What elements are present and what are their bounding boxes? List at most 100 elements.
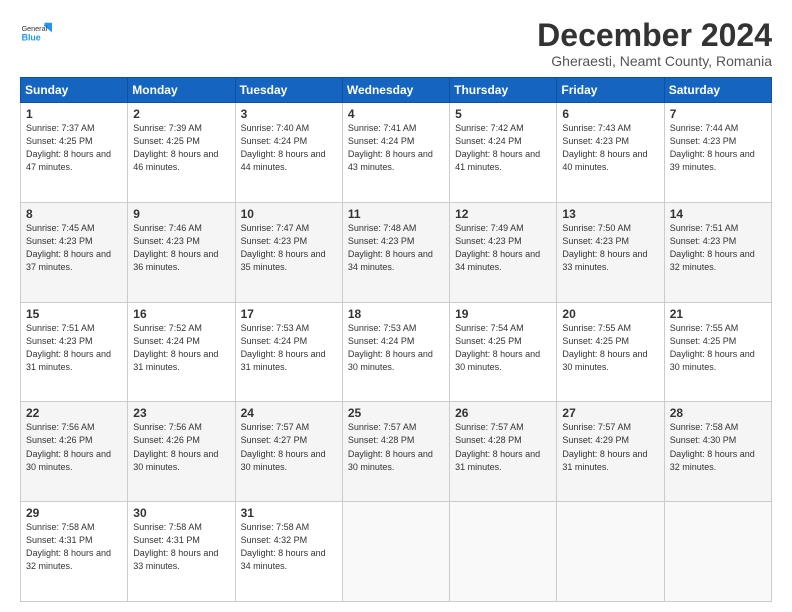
day-header-saturday: Saturday	[664, 78, 771, 103]
day-number: 15	[26, 307, 122, 321]
day-info: Sunrise: 7:49 AMSunset: 4:23 PMDaylight:…	[455, 222, 551, 274]
day-cell: 7Sunrise: 7:44 AMSunset: 4:23 PMDaylight…	[664, 103, 771, 203]
day-number: 10	[241, 207, 337, 221]
day-info: Sunrise: 7:45 AMSunset: 4:23 PMDaylight:…	[26, 222, 122, 274]
day-cell: 18Sunrise: 7:53 AMSunset: 4:24 PMDayligh…	[342, 302, 449, 402]
day-number: 25	[348, 406, 444, 420]
location: Gheraesti, Neamt County, Romania	[537, 53, 772, 69]
day-number: 21	[670, 307, 766, 321]
day-info: Sunrise: 7:53 AMSunset: 4:24 PMDaylight:…	[241, 322, 337, 374]
day-info: Sunrise: 7:43 AMSunset: 4:23 PMDaylight:…	[562, 122, 658, 174]
day-info: Sunrise: 7:51 AMSunset: 4:23 PMDaylight:…	[670, 222, 766, 274]
day-number: 3	[241, 107, 337, 121]
day-info: Sunrise: 7:52 AMSunset: 4:24 PMDaylight:…	[133, 322, 229, 374]
day-info: Sunrise: 7:55 AMSunset: 4:25 PMDaylight:…	[562, 322, 658, 374]
day-cell: 20Sunrise: 7:55 AMSunset: 4:25 PMDayligh…	[557, 302, 664, 402]
day-number: 30	[133, 506, 229, 520]
day-number: 14	[670, 207, 766, 221]
logo-icon: General Blue	[20, 18, 52, 50]
day-number: 16	[133, 307, 229, 321]
day-cell: 17Sunrise: 7:53 AMSunset: 4:24 PMDayligh…	[235, 302, 342, 402]
day-number: 1	[26, 107, 122, 121]
month-title: December 2024	[537, 18, 772, 53]
day-number: 12	[455, 207, 551, 221]
day-cell: 1Sunrise: 7:37 AMSunset: 4:25 PMDaylight…	[21, 103, 128, 203]
day-header-tuesday: Tuesday	[235, 78, 342, 103]
svg-text:Blue: Blue	[22, 32, 41, 42]
day-info: Sunrise: 7:57 AMSunset: 4:29 PMDaylight:…	[562, 421, 658, 473]
day-number: 26	[455, 406, 551, 420]
logo: General Blue	[20, 18, 52, 50]
day-cell: 5Sunrise: 7:42 AMSunset: 4:24 PMDaylight…	[450, 103, 557, 203]
day-info: Sunrise: 7:57 AMSunset: 4:28 PMDaylight:…	[455, 421, 551, 473]
day-cell: 16Sunrise: 7:52 AMSunset: 4:24 PMDayligh…	[128, 302, 235, 402]
day-cell: 24Sunrise: 7:57 AMSunset: 4:27 PMDayligh…	[235, 402, 342, 502]
day-info: Sunrise: 7:47 AMSunset: 4:23 PMDaylight:…	[241, 222, 337, 274]
day-number: 17	[241, 307, 337, 321]
day-cell: 27Sunrise: 7:57 AMSunset: 4:29 PMDayligh…	[557, 402, 664, 502]
day-info: Sunrise: 7:48 AMSunset: 4:23 PMDaylight:…	[348, 222, 444, 274]
day-header-monday: Monday	[128, 78, 235, 103]
day-cell: 14Sunrise: 7:51 AMSunset: 4:23 PMDayligh…	[664, 202, 771, 302]
day-cell: 19Sunrise: 7:54 AMSunset: 4:25 PMDayligh…	[450, 302, 557, 402]
day-number: 5	[455, 107, 551, 121]
day-info: Sunrise: 7:56 AMSunset: 4:26 PMDaylight:…	[133, 421, 229, 473]
day-info: Sunrise: 7:40 AMSunset: 4:24 PMDaylight:…	[241, 122, 337, 174]
day-info: Sunrise: 7:50 AMSunset: 4:23 PMDaylight:…	[562, 222, 658, 274]
day-info: Sunrise: 7:37 AMSunset: 4:25 PMDaylight:…	[26, 122, 122, 174]
day-cell: 23Sunrise: 7:56 AMSunset: 4:26 PMDayligh…	[128, 402, 235, 502]
day-info: Sunrise: 7:58 AMSunset: 4:30 PMDaylight:…	[670, 421, 766, 473]
day-number: 4	[348, 107, 444, 121]
day-number: 18	[348, 307, 444, 321]
day-info: Sunrise: 7:53 AMSunset: 4:24 PMDaylight:…	[348, 322, 444, 374]
day-cell: 13Sunrise: 7:50 AMSunset: 4:23 PMDayligh…	[557, 202, 664, 302]
day-number: 7	[670, 107, 766, 121]
day-cell: 6Sunrise: 7:43 AMSunset: 4:23 PMDaylight…	[557, 103, 664, 203]
day-cell: 26Sunrise: 7:57 AMSunset: 4:28 PMDayligh…	[450, 402, 557, 502]
day-cell: 8Sunrise: 7:45 AMSunset: 4:23 PMDaylight…	[21, 202, 128, 302]
week-row-5: 29 Sunrise: 7:58 AMSunset: 4:31 PMDayligh…	[21, 502, 772, 602]
day-number: 20	[562, 307, 658, 321]
day-cell: 22Sunrise: 7:56 AMSunset: 4:26 PMDayligh…	[21, 402, 128, 502]
day-cell: 12Sunrise: 7:49 AMSunset: 4:23 PMDayligh…	[450, 202, 557, 302]
day-info: Sunrise: 7:58 AMSunset: 4:32 PMDaylight:…	[241, 521, 337, 573]
day-cell: 30Sunrise: 7:58 AMSunset: 4:31 PMDayligh…	[128, 502, 235, 602]
week-row-1: 1Sunrise: 7:37 AMSunset: 4:25 PMDaylight…	[21, 103, 772, 203]
day-cell	[450, 502, 557, 602]
day-number: 13	[562, 207, 658, 221]
day-number: 2	[133, 107, 229, 121]
day-info: Sunrise: 7:58 AMSunset: 4:31 PMDaylight:…	[133, 521, 229, 573]
day-cell: 4Sunrise: 7:41 AMSunset: 4:24 PMDaylight…	[342, 103, 449, 203]
day-cell: 25Sunrise: 7:57 AMSunset: 4:28 PMDayligh…	[342, 402, 449, 502]
day-cell: 11Sunrise: 7:48 AMSunset: 4:23 PMDayligh…	[342, 202, 449, 302]
day-info: Sunrise: 7:54 AMSunset: 4:25 PMDaylight:…	[455, 322, 551, 374]
day-info: Sunrise: 7:51 AMSunset: 4:23 PMDaylight:…	[26, 322, 122, 374]
day-number: 8	[26, 207, 122, 221]
day-cell: 15Sunrise: 7:51 AMSunset: 4:23 PMDayligh…	[21, 302, 128, 402]
day-number: 28	[670, 406, 766, 420]
day-cell: 3Sunrise: 7:40 AMSunset: 4:24 PMDaylight…	[235, 103, 342, 203]
day-number: 29	[26, 506, 122, 520]
day-header-wednesday: Wednesday	[342, 78, 449, 103]
day-cell	[557, 502, 664, 602]
day-number: 9	[133, 207, 229, 221]
title-block: December 2024 Gheraesti, Neamt County, R…	[537, 18, 772, 69]
day-info: Sunrise: 7:39 AMSunset: 4:25 PMDaylight:…	[133, 122, 229, 174]
day-number: 23	[133, 406, 229, 420]
day-header-sunday: Sunday	[21, 78, 128, 103]
day-info: Sunrise: 7:55 AMSunset: 4:25 PMDaylight:…	[670, 322, 766, 374]
day-number: 22	[26, 406, 122, 420]
day-header-row: SundayMondayTuesdayWednesdayThursdayFrid…	[21, 78, 772, 103]
day-cell: 2Sunrise: 7:39 AMSunset: 4:25 PMDaylight…	[128, 103, 235, 203]
day-info: Sunrise: 7:56 AMSunset: 4:26 PMDaylight:…	[26, 421, 122, 473]
day-info: Sunrise: 7:57 AMSunset: 4:27 PMDaylight:…	[241, 421, 337, 473]
day-number: 6	[562, 107, 658, 121]
day-cell	[342, 502, 449, 602]
day-cell: 21Sunrise: 7:55 AMSunset: 4:25 PMDayligh…	[664, 302, 771, 402]
day-cell: 9Sunrise: 7:46 AMSunset: 4:23 PMDaylight…	[128, 202, 235, 302]
day-info: Sunrise: 7:42 AMSunset: 4:24 PMDaylight:…	[455, 122, 551, 174]
header: General Blue December 2024 Gheraesti, Ne…	[20, 18, 772, 69]
day-header-friday: Friday	[557, 78, 664, 103]
svg-text:General: General	[22, 24, 48, 33]
calendar-table: SundayMondayTuesdayWednesdayThursdayFrid…	[20, 77, 772, 602]
